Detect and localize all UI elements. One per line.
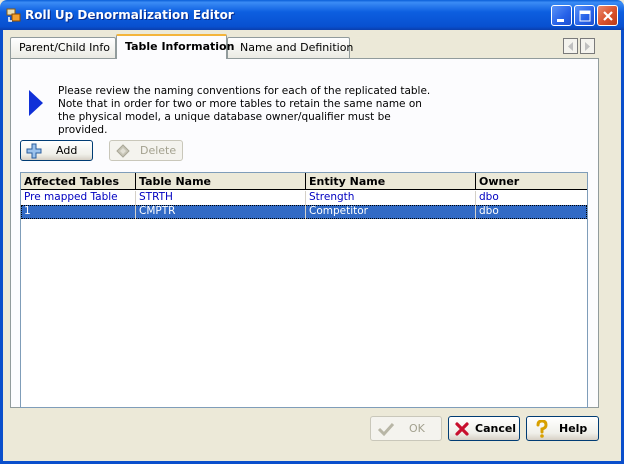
add-button[interactable]: Add [20, 140, 93, 161]
table-cell[interactable]: Strength [306, 191, 476, 205]
instructions-text: Please review the naming conventions for… [58, 85, 431, 136]
table-cell[interactable]: Competitor [306, 205, 476, 219]
grid-header: Affected Tables Table Name Entity Name O… [21, 173, 587, 190]
minimize-icon [557, 19, 564, 22]
tab-label: Parent/Child Info [19, 41, 110, 54]
cancel-x-icon [455, 422, 469, 436]
help-label: Help [559, 422, 588, 435]
table-cell[interactable]: STRTH [136, 191, 306, 205]
table-cell[interactable]: dbo [476, 205, 587, 219]
play-arrow-icon [29, 90, 43, 116]
table-cell[interactable]: 1 [21, 205, 136, 219]
cancel-button[interactable]: Cancel [448, 416, 520, 441]
table-cell[interactable]: CMPTR [136, 205, 306, 219]
delete-icon [116, 144, 130, 158]
close-button[interactable] [597, 5, 618, 26]
chevron-left-icon [568, 42, 573, 51]
add-label: Add [56, 144, 78, 157]
delete-label: Delete [140, 144, 177, 157]
tab-label: Table Information [125, 40, 235, 53]
minimize-button[interactable] [551, 5, 572, 26]
help-button[interactable]: Help [526, 416, 599, 441]
column-header-entity-name[interactable]: Entity Name [306, 173, 476, 190]
window-title: Roll Up Denormalization Editor [25, 8, 234, 22]
help-question-icon [536, 420, 548, 438]
tab-scroll-left-button[interactable] [563, 38, 578, 54]
delete-button[interactable]: Delete [109, 140, 183, 161]
tab-name-and-definition[interactable]: Name and Definition [227, 37, 354, 58]
cancel-label: Cancel [475, 422, 517, 435]
table-row-selected[interactable]: 1 CMPTR Competitor dbo [21, 205, 587, 219]
tab-scroll-right-button[interactable] [580, 38, 595, 54]
ok-button[interactable]: OK [370, 416, 442, 441]
table-row[interactable]: Pre mapped Table STRTH Strength dbo [21, 191, 587, 205]
column-header-table-name[interactable]: Table Name [136, 173, 306, 190]
chevron-right-icon [585, 42, 590, 51]
ok-label: OK [409, 422, 425, 435]
maximize-icon [579, 10, 591, 22]
tab-parent-child-info[interactable]: Parent/Child Info [10, 37, 116, 58]
app-icon [6, 8, 21, 22]
maximize-button[interactable] [574, 5, 595, 26]
table-cell[interactable]: Pre mapped Table [21, 191, 136, 205]
plus-icon [26, 143, 42, 159]
table-cell[interactable]: dbo [476, 191, 587, 205]
affected-tables-grid[interactable]: Affected Tables Table Name Entity Name O… [20, 172, 588, 408]
tab-label: Name and Definition [240, 41, 354, 54]
column-header-affected-tables[interactable]: Affected Tables [21, 173, 136, 190]
column-header-owner[interactable]: Owner [476, 173, 587, 190]
tab-table-information[interactable]: Table Information [116, 34, 234, 59]
close-icon [603, 11, 613, 21]
checkmark-icon [377, 422, 395, 437]
title-bar[interactable]: Roll Up Denormalization Editor [0, 0, 624, 30]
